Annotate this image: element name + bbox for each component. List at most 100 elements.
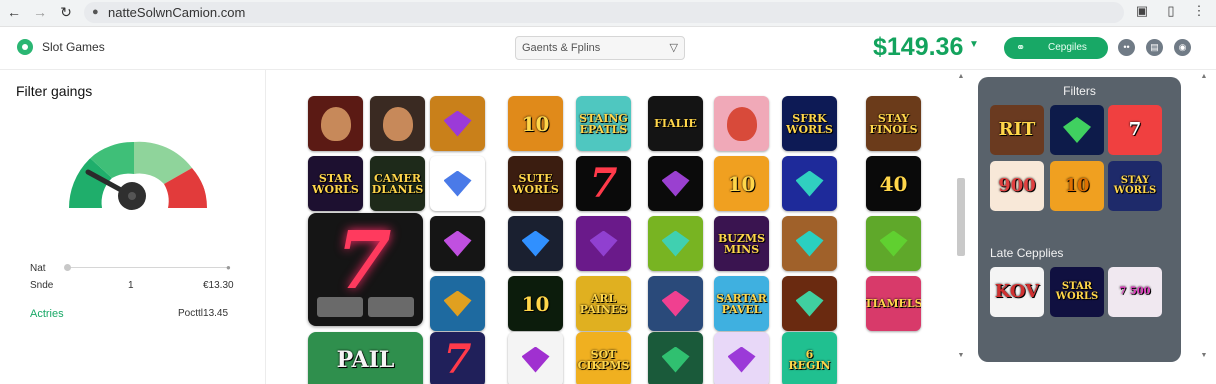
game-tile[interactable]: SOT CIKPMS: [576, 332, 631, 384]
game-tile[interactable]: [648, 276, 703, 331]
tile-label: RIT: [998, 119, 1036, 140]
game-tile[interactable]: [430, 96, 485, 151]
panel-game-tile[interactable]: STAY WORLS: [1108, 161, 1162, 211]
game-tile[interactable]: [648, 156, 703, 211]
gem-icon: [661, 290, 690, 317]
gem-icon: [589, 230, 618, 257]
gem-icon: [661, 170, 690, 197]
menu-icon[interactable]: ⋮: [1191, 3, 1207, 19]
game-tile[interactable]: [714, 332, 769, 384]
settings-icon[interactable]: [17, 39, 33, 55]
game-tile[interactable]: STAY FINOLS: [866, 96, 921, 151]
game-tile[interactable]: BUZMS MINS: [714, 216, 769, 271]
scroll-thumb[interactable]: [957, 178, 965, 256]
balance-amount: $149.36: [873, 33, 964, 61]
game-tile[interactable]: 40: [866, 156, 921, 211]
game-tile[interactable]: [648, 332, 703, 384]
game-tile[interactable]: 10: [508, 276, 563, 331]
game-tile[interactable]: SUTE WORLS: [508, 156, 563, 211]
sidebar-title: Filter gaings: [16, 83, 93, 99]
page-scroll-up-icon[interactable]: ▲: [1199, 73, 1209, 80]
game-tile[interactable]: [308, 96, 363, 151]
chevron-down-icon[interactable]: ▼: [969, 39, 979, 50]
grid-scrollbar[interactable]: ▲ ▼: [956, 70, 966, 364]
partial-game-tile[interactable]: PAIL: [308, 332, 423, 384]
panel-game-tile[interactable]: [1050, 105, 1104, 155]
game-tile[interactable]: TIAMELS: [866, 276, 921, 331]
game-tile[interactable]: FIALIE: [648, 96, 703, 151]
panel-game-tile[interactable]: 10: [1050, 161, 1104, 211]
game-tile[interactable]: [714, 96, 769, 151]
game-tile[interactable]: 7: [430, 332, 485, 384]
game-tile[interactable]: [866, 216, 921, 271]
gem-icon: [879, 230, 908, 257]
tile-label: 10: [727, 171, 756, 196]
game-tile[interactable]: [648, 216, 703, 271]
back-icon[interactable]: ←: [5, 3, 23, 21]
game-tile[interactable]: SARTAR PAVEL: [714, 276, 769, 331]
game-tile[interactable]: 6 REGIN: [782, 332, 837, 384]
gem-icon: [521, 346, 550, 373]
tile-label: BUZMS MINS: [717, 231, 766, 256]
tile-label: STAR WORLS: [1055, 281, 1099, 302]
extensions-icon[interactable]: ▯: [1163, 3, 1179, 19]
slider-handle[interactable]: [64, 264, 71, 271]
game-tile[interactable]: [782, 216, 837, 271]
panel-game-tile[interactable]: 900: [990, 161, 1044, 211]
search-input[interactable]: Gaents & Fplins ▽: [515, 36, 685, 60]
forward-icon[interactable]: →: [31, 3, 49, 21]
reload-icon[interactable]: ↻: [57, 3, 75, 21]
game-tile[interactable]: 10: [508, 96, 563, 151]
game-tile[interactable]: [782, 156, 837, 211]
tile-label: 10: [521, 111, 550, 136]
game-tile[interactable]: 10: [714, 156, 769, 211]
tile-label: FIALIE: [654, 117, 697, 130]
gem-icon: [795, 230, 824, 257]
snde-label: Snde: [30, 280, 54, 291]
game-tile[interactable]: STAR WORLS: [308, 156, 363, 211]
address-bar[interactable]: ● natteSolwnCamion.com: [84, 2, 1124, 23]
game-tile[interactable]: SFRK WORLS: [782, 96, 837, 151]
panel-game-tile[interactable]: RIT: [990, 105, 1044, 155]
wallet-icon[interactable]: ▤: [1146, 39, 1163, 56]
filter-icon[interactable]: ▽: [670, 37, 678, 59]
lock-icon: ●: [92, 6, 99, 18]
panel-game-tile[interactable]: STAR WORLS: [1050, 267, 1104, 317]
page-scrollbar[interactable]: ▲ ▼: [1199, 70, 1209, 364]
featured-game-tile[interactable]: 7: [308, 213, 423, 326]
game-tile[interactable]: ARL PAINES: [576, 276, 631, 331]
scroll-up-icon[interactable]: ▲: [956, 73, 966, 80]
page-scroll-down-icon[interactable]: ▼: [1199, 352, 1209, 359]
tile-label: PAIL: [336, 346, 395, 373]
game-tile[interactable]: [430, 216, 485, 271]
chat-icon[interactable]: ••: [1118, 39, 1135, 56]
panel-title: Filters: [1063, 84, 1096, 98]
cta-button[interactable]: ⚭ Cepgiles: [1004, 37, 1108, 59]
game-tile[interactable]: [370, 96, 425, 151]
game-tile[interactable]: [508, 332, 563, 384]
game-tile[interactable]: [430, 276, 485, 331]
featured-play-button[interactable]: [317, 297, 363, 317]
game-tile[interactable]: STAING EPATLS: [576, 96, 631, 151]
panel-game-tile[interactable]: 7 500: [1108, 267, 1162, 317]
tile-label: STAY WORLS: [1113, 175, 1157, 196]
game-tile[interactable]: [782, 276, 837, 331]
game-tile[interactable]: [430, 156, 485, 211]
scroll-down-icon[interactable]: ▼: [956, 352, 966, 359]
game-tile[interactable]: CAMER DLANLS: [370, 156, 425, 211]
game-tile[interactable]: 7: [576, 156, 631, 211]
profile-icon[interactable]: ◉: [1174, 39, 1191, 56]
featured-info-button[interactable]: [368, 297, 414, 317]
game-tile[interactable]: [576, 216, 631, 271]
tile-label: SARTAR PAVEL: [716, 291, 767, 316]
range-slider[interactable]: [66, 267, 230, 268]
game-tile[interactable]: [508, 216, 563, 271]
tile-label: 7: [589, 160, 618, 207]
panel-game-tile[interactable]: KOV: [990, 267, 1044, 317]
gem-icon: [443, 110, 472, 137]
actries-label[interactable]: Actries: [30, 308, 64, 320]
page-title: Slot Games: [42, 40, 105, 54]
tile-label: STAY FINOLS: [869, 111, 918, 136]
screenshot-icon[interactable]: ▣: [1134, 3, 1150, 19]
panel-game-tile[interactable]: 7: [1108, 105, 1162, 155]
